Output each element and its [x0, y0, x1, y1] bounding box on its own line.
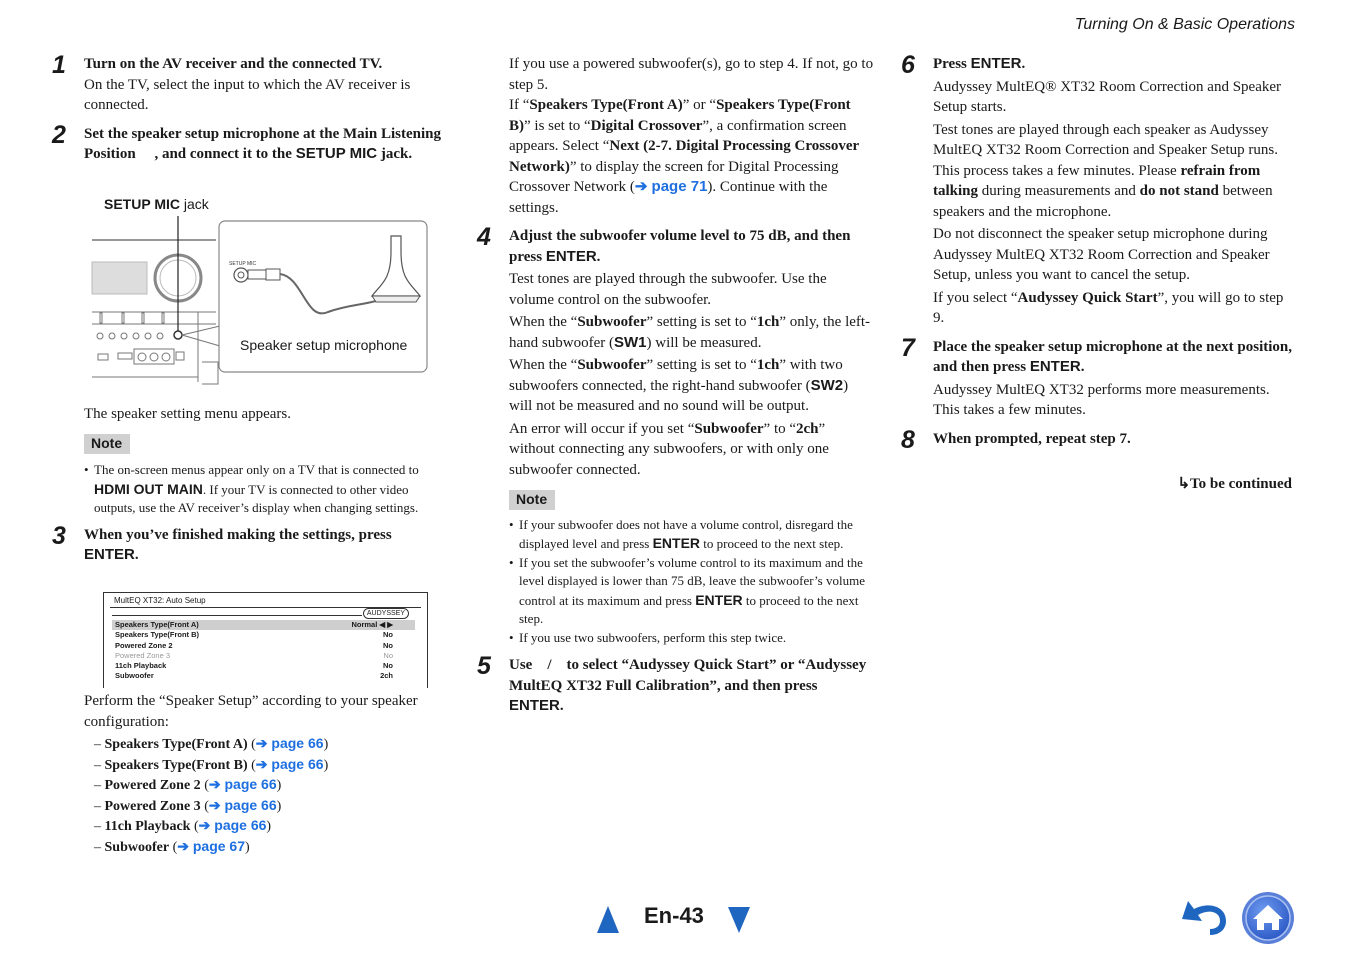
step-1: 1 Turn on the AV receiver and the connec…: [52, 51, 449, 116]
step-title: Adjust the subwoofer volume level to 75 …: [509, 228, 851, 265]
screen-row: Speakers Type(Front B) No: [115, 630, 393, 639]
config-item: – Powered Zone 2 (➔ page 66): [94, 776, 282, 793]
jack-small-label: SETUP MIC: [229, 261, 257, 267]
auto-setup-screen: MultEQ XT32: Auto Setup AUDYSSEY Speaker…: [103, 592, 428, 688]
step-body: Audyssey MultEQ XT32 performs more measu…: [933, 381, 1270, 419]
note-badge: Note: [84, 433, 131, 454]
progress-bar: [112, 615, 362, 619]
step-body: An error will occur if you set “Subwoofe…: [509, 420, 829, 478]
note-badge: Note: [509, 490, 556, 510]
page-link[interactable]: ➔ page 66: [209, 797, 277, 813]
crossover-text: If “Speakers Type(Front A)” or “Speakers…: [509, 97, 859, 216]
config-item: – Powered Zone 3 (➔ page 66): [94, 796, 282, 814]
step-number: 1: [52, 51, 66, 79]
step-number: 5: [477, 652, 491, 680]
column-1-lower: The speaker setting menu appears. Note T…: [52, 404, 449, 566]
intro-text: If you use a powered subwoofer(s), go to…: [509, 56, 874, 93]
config-list: – Speakers Type(Front A) (➔ page 66) – S…: [94, 734, 449, 857]
config-item: – Speakers Type(Front B) (➔ page 66): [94, 755, 329, 773]
screen-row: Powered Zone 2 No: [115, 641, 393, 650]
step-number: 6: [901, 51, 915, 79]
menu-appears-text: The speaker setting menu appears.: [84, 406, 292, 422]
figure-jack-label: SETUP MIC jack: [104, 196, 209, 212]
home-icon[interactable]: [1241, 891, 1295, 945]
audyssey-logo: AUDYSSEY: [362, 608, 409, 619]
page-link[interactable]: ➔ page 71: [635, 178, 708, 195]
step-body: Test tones are played through each speak…: [933, 121, 1278, 220]
screen-title: MultEQ XT32: Auto Setup: [114, 596, 206, 605]
note-block: Note The on-screen menus appear only on …: [84, 433, 449, 518]
step-2: 2 Set the speaker setup microphone at th…: [52, 121, 449, 165]
page-link[interactable]: ➔ page 66: [199, 817, 267, 833]
step-body: Do not disconnect the speaker setup micr…: [933, 226, 1270, 283]
config-item: – Subwoofer (➔ page 67): [94, 837, 250, 855]
to-be-continued: ↳To be continued: [1177, 475, 1292, 492]
note-list: The on-screen menus appear only on a TV …: [84, 461, 449, 518]
page-number: En-43: [644, 903, 704, 928]
step-title: Press ENTER.: [933, 55, 1026, 72]
note-item: If you use two subwoofers, perform this …: [509, 629, 874, 648]
receiver-front-panel: [91, 239, 219, 385]
mic-plug-icon: [247, 269, 267, 280]
step-number: 7: [901, 333, 915, 362]
screen-row: Powered Zone 3 No: [115, 651, 393, 660]
page-link[interactable]: ➔ page 66: [209, 776, 277, 792]
step-number: 8: [901, 425, 915, 454]
page-link[interactable]: ➔ page 66: [256, 735, 324, 751]
previous-page-icon[interactable]: [597, 906, 619, 933]
step-title: When you’ve finished making the settings…: [84, 526, 392, 564]
screen-row: 11ch Playback No: [115, 661, 393, 670]
page-link[interactable]: ➔ page 66: [256, 756, 324, 772]
step-3: 3 When you’ve finished making the settin…: [52, 522, 449, 566]
step-number: 2: [52, 120, 66, 149]
back-arrow-icon[interactable]: [1180, 897, 1230, 939]
note-item: If your subwoofer does not have a volume…: [509, 516, 874, 554]
step-title: Set the speaker setup microphone at the …: [84, 125, 441, 163]
step-7: 7 Place the speaker setup microphone at …: [901, 334, 1298, 421]
step-8: 8 When prompted, repeat step 7.: [901, 426, 1298, 454]
section-title: Turning On & Basic Operations: [1074, 16, 1295, 33]
column-1-bottom: Perform the “Speaker Setup” according to…: [84, 691, 449, 857]
perform-text: Perform the “Speaker Setup” according to…: [84, 693, 418, 730]
config-item: – Speakers Type(Front A) (➔ page 66): [94, 735, 329, 752]
receiver-mic-illustration: SETUP MIC Speaker setup microphone: [91, 216, 428, 385]
step-title: Place the speaker setup microphone at th…: [933, 338, 1293, 376]
config-item: – 11ch Playback (➔ page 66): [94, 817, 272, 834]
step-body: When the “Subwoofer” setting is set to “…: [509, 357, 849, 414]
step-number: 4: [477, 223, 491, 251]
step-title: Use / to select “Audyssey Quick Start” o…: [509, 657, 870, 714]
continue-arrow-icon: ↳: [1177, 475, 1191, 492]
next-page-icon[interactable]: [728, 907, 750, 933]
note-item: The on-screen menus appear only on a TV …: [84, 461, 449, 518]
note-block: Note If your subwoofer does not have a v…: [509, 490, 874, 647]
step-body: Test tones are played through the subwoo…: [509, 271, 827, 308]
page-link[interactable]: ➔ page 67: [177, 838, 245, 854]
step-5: 5 Use / to select “Audyssey Quick Start”…: [477, 652, 874, 717]
column-2: If you use a powered subwoofer(s), go to…: [477, 54, 874, 717]
column-3: 6 Press ENTER. Audyssey MultEQ® XT32 Roo…: [901, 51, 1298, 495]
step-number: 3: [52, 521, 66, 550]
step-6: 6 Press ENTER. Audyssey MultEQ® XT32 Roo…: [901, 51, 1298, 329]
column-1: 1 Turn on the AV receiver and the connec…: [52, 51, 449, 165]
note-item: If you set the subwoofer’s volume contro…: [509, 554, 874, 629]
step-title: Turn on the AV receiver and the connecte…: [84, 56, 383, 72]
mic-caption: Speaker setup microphone: [240, 337, 408, 353]
note-list: If your subwoofer does not have a volume…: [509, 516, 874, 648]
step-body: On the TV, select the input to which the…: [84, 76, 411, 114]
step-body: When the “Subwoofer” setting is set to “…: [509, 314, 871, 351]
screen-row: Speakers Type(Front A) Normal ◀ ▶: [112, 620, 415, 630]
screen-row: Subwoofer 2ch: [115, 671, 393, 680]
step-title: When prompted, repeat step 7.: [933, 430, 1131, 447]
step-body: Audyssey MultEQ® XT32 Room Correction an…: [933, 78, 1282, 116]
step-body: If you select “Audyssey Quick Start”, yo…: [933, 289, 1284, 327]
step-4: 4 Adjust the subwoofer volume level to 7…: [477, 223, 874, 480]
